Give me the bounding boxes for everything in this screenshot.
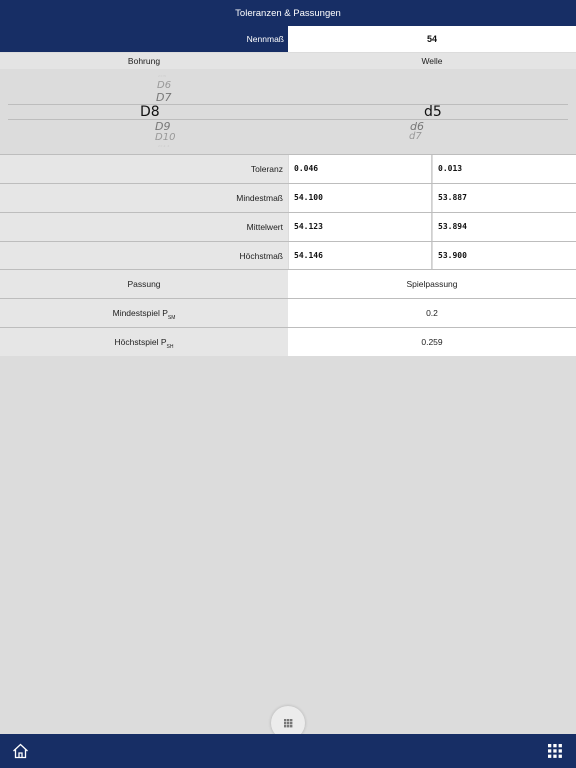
menu-grid-icon[interactable]	[547, 743, 563, 759]
picker-line-bottom	[8, 119, 568, 120]
picker-selected-welle[interactable]: d5	[424, 104, 442, 120]
mindestspiel-subscript: SM	[167, 315, 176, 321]
home-icon[interactable]	[12, 743, 29, 759]
nennmass-label: Nennmaß	[246, 34, 284, 44]
picker-option[interactable]: D11	[158, 145, 170, 148]
result-row-toleranz: Toleranz 0.046 0.013	[0, 154, 576, 183]
result-value-bohrung: 54.123	[289, 213, 432, 241]
hoechstspiel-subscript: SH	[166, 344, 174, 350]
result-value-welle: 0.013	[433, 155, 576, 183]
fit-row-hoechstspiel: Höchstspiel PSH 0.259	[0, 327, 576, 356]
picker-selected-bohrung[interactable]: D8	[140, 104, 160, 120]
page-title: Toleranzen & Passungen	[235, 8, 341, 19]
picker-option[interactable]: D10	[155, 132, 175, 143]
picker-option[interactable]: D7	[156, 91, 171, 104]
welle-header: Welle	[288, 53, 576, 69]
passung-value: Spielpassung	[288, 270, 576, 298]
result-value-bohrung: 54.146	[289, 242, 432, 270]
mindestspiel-label-text: Mindestspiel P	[112, 308, 168, 318]
hoechstspiel-label: Höchstspiel PSH	[0, 328, 288, 356]
mindestspiel-value: 0.2	[288, 299, 576, 327]
result-value-welle: 53.894	[433, 213, 576, 241]
hoechstspiel-value: 0.259	[288, 328, 576, 356]
picker-option[interactable]: D6	[157, 80, 171, 91]
bohrung-header: Bohrung	[0, 53, 288, 69]
result-row-hoechstmass: Höchstmaß 54.146 53.900	[0, 241, 576, 270]
bottom-bar	[0, 734, 576, 768]
hoechstspiel-label-text: Höchstspiel P	[114, 337, 167, 347]
result-value-bohrung: 54.100	[289, 184, 432, 212]
result-label: Mindestmaß	[0, 184, 288, 212]
picker-option[interactable]: d7	[409, 131, 422, 142]
result-label: Mittelwert	[0, 213, 288, 241]
fit-row-passung: Passung Spielpassung	[0, 269, 576, 298]
tolerance-picker[interactable]: D5 D6 D7 D8 D9 D10 D11 d5 d6 d7	[0, 69, 576, 155]
result-value-bohrung: 0.046	[289, 155, 432, 183]
result-label: Höchstmaß	[0, 242, 288, 270]
mindestspiel-label: Mindestspiel PSM	[0, 299, 288, 327]
nennmass-input[interactable]	[288, 26, 576, 52]
result-row-mittelwert: Mittelwert 54.123 53.894	[0, 212, 576, 241]
fit-row-mindestspiel: Mindestspiel PSM 0.2	[0, 298, 576, 327]
picker-line-top	[8, 104, 568, 105]
result-row-mindestmass: Mindestmaß 54.100 53.887	[0, 183, 576, 212]
result-label: Toleranz	[0, 155, 288, 183]
result-value-welle: 53.900	[433, 242, 576, 270]
passung-label: Passung	[0, 270, 288, 298]
picker-option[interactable]: D5	[158, 75, 166, 78]
result-value-welle: 53.887	[433, 184, 576, 212]
